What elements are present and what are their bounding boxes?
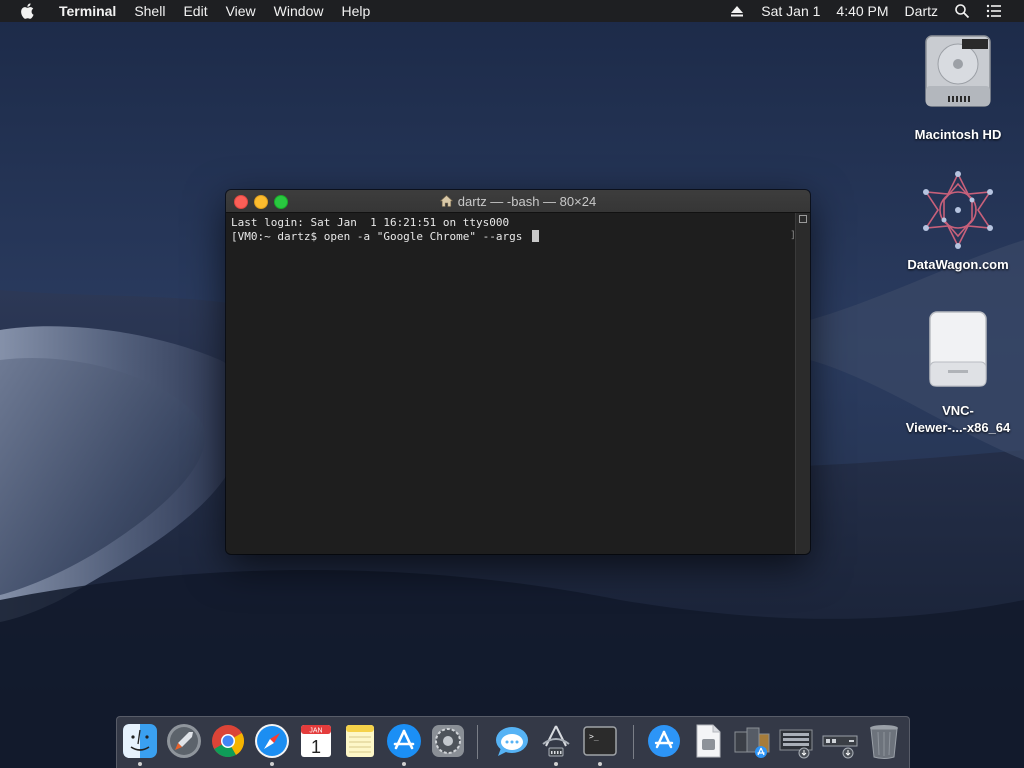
desktop-icon-label-line2: Viewer-...-x86_64 — [905, 420, 1011, 435]
menu-app-name[interactable]: Terminal — [50, 0, 125, 22]
terminal-line-last-login: Last login: Sat Jan 1 16:21:51 on ttys00… — [231, 216, 510, 229]
applications-stack-icon — [734, 727, 770, 758]
calendar-month-text: JAN — [309, 728, 322, 735]
dock-applications-stack[interactable] — [733, 722, 771, 760]
dock-notes[interactable] — [341, 722, 379, 760]
dock-separator — [633, 725, 634, 759]
calendar-day-text: 1 — [311, 737, 321, 757]
desktop-icon-datawagon[interactable]: DataWagon.com — [898, 170, 1018, 273]
dock-running-indicator — [554, 762, 558, 766]
menu-view[interactable]: View — [217, 0, 265, 22]
app-store-icon — [387, 724, 421, 758]
terminal-window-title: dartz — -bash — 80×24 — [457, 193, 597, 209]
menubar-time[interactable]: 4:40 PM — [828, 0, 896, 22]
dock-network-utility[interactable] — [537, 722, 575, 760]
eject-icon[interactable] — [729, 3, 745, 19]
dock-chrome[interactable] — [209, 722, 247, 760]
server-stack-icon — [822, 735, 858, 759]
menu-bar: Terminal Shell Edit View Window Help Sat… — [0, 0, 1024, 22]
desktop: Terminal Shell Edit View Window Help Sat… — [0, 0, 1024, 768]
apple-menu-icon[interactable] — [20, 2, 36, 20]
menu-shell[interactable]: Shell — [125, 0, 174, 22]
calendar-icon: JAN 1 — [301, 725, 331, 757]
system-preferences-icon — [432, 725, 464, 757]
chrome-icon — [212, 725, 245, 758]
terminal-title-bar[interactable]: dartz — -bash — 80×24 — [226, 190, 810, 213]
menubar-date[interactable]: Sat Jan 1 — [753, 0, 828, 22]
trash-icon — [870, 725, 898, 759]
notification-center-icon[interactable] — [986, 3, 1002, 19]
dock-running-indicator — [138, 762, 142, 766]
spotlight-search-icon[interactable] — [954, 3, 970, 19]
dock-calendar[interactable]: JAN 1 — [297, 722, 335, 760]
notes-icon — [346, 725, 374, 757]
dock-server-stack[interactable] — [821, 722, 859, 760]
document-icon — [696, 724, 721, 758]
launchpad-icon — [167, 724, 201, 758]
dock-safari[interactable] — [253, 722, 291, 760]
dock-downloads-stack[interactable] — [777, 722, 815, 760]
app-store-folder-icon — [648, 725, 680, 757]
dock-document[interactable] — [689, 722, 727, 760]
desktop-icon-label: Macintosh HD — [914, 127, 1002, 142]
dock-system-preferences[interactable] — [429, 722, 467, 760]
home-folder-icon — [439, 195, 453, 207]
terminal-content[interactable]: Last login: Sat Jan 1 16:21:51 on ttys00… — [226, 213, 796, 554]
downloads-stack-icon — [779, 729, 813, 759]
hard-drive-icon — [925, 35, 991, 107]
terminal-icon-prompt: >_ — [589, 732, 599, 741]
dock-app-store-folder[interactable] — [645, 722, 683, 760]
dock-running-indicator — [402, 762, 406, 766]
desktop-icon-label-line1: VNC- — [942, 403, 974, 418]
terminal-cursor — [532, 230, 540, 242]
menu-edit[interactable]: Edit — [174, 0, 216, 22]
dock-trash[interactable] — [865, 722, 903, 760]
menu-window[interactable]: Window — [265, 0, 333, 22]
terminal-command-text: [VM0:~ dartz$ open -a "Google Chrome" --… — [231, 230, 530, 243]
dock-running-indicator — [270, 762, 274, 766]
dock-terminal[interactable]: >_ — [581, 722, 619, 760]
dock-launchpad[interactable] — [165, 722, 203, 760]
desktop-icon-label: DataWagon.com — [907, 257, 1009, 272]
messages-icon — [496, 727, 528, 756]
network-utility-icon — [542, 725, 570, 757]
terminal-icon: >_ — [583, 726, 617, 756]
desktop-icon-macintosh-hd[interactable]: Macintosh HD — [898, 30, 1018, 143]
terminal-line-prompt: [VM0:~ dartz$ open -a "Google Chrome" --… — [231, 230, 791, 244]
terminal-scrollbar[interactable] — [795, 213, 810, 554]
menu-help[interactable]: Help — [332, 0, 379, 22]
safari-icon — [255, 724, 289, 758]
terminal-window[interactable]: dartz — -bash — 80×24 Last login: Sat Ja… — [226, 190, 810, 554]
desktop-icon-vnc-viewer[interactable]: VNC- Viewer-...-x86_64 — [898, 306, 1018, 436]
zoom-window-button[interactable] — [274, 195, 288, 209]
menubar-user[interactable]: Dartz — [897, 0, 946, 22]
finder-icon — [123, 724, 157, 758]
close-window-button[interactable] — [234, 195, 248, 209]
dock-messages[interactable] — [493, 722, 531, 760]
dock-app-store[interactable] — [385, 722, 423, 760]
scrollbar-split-button[interactable] — [799, 215, 807, 223]
dock-separator — [477, 725, 478, 759]
dock: JAN 1 >_ — [116, 716, 910, 768]
dock-finder[interactable] — [121, 722, 159, 760]
disk-image-icon — [929, 311, 987, 387]
dock-running-indicator — [598, 762, 602, 766]
minimize-window-button[interactable] — [254, 195, 268, 209]
datawagon-logo-icon — [923, 171, 993, 249]
